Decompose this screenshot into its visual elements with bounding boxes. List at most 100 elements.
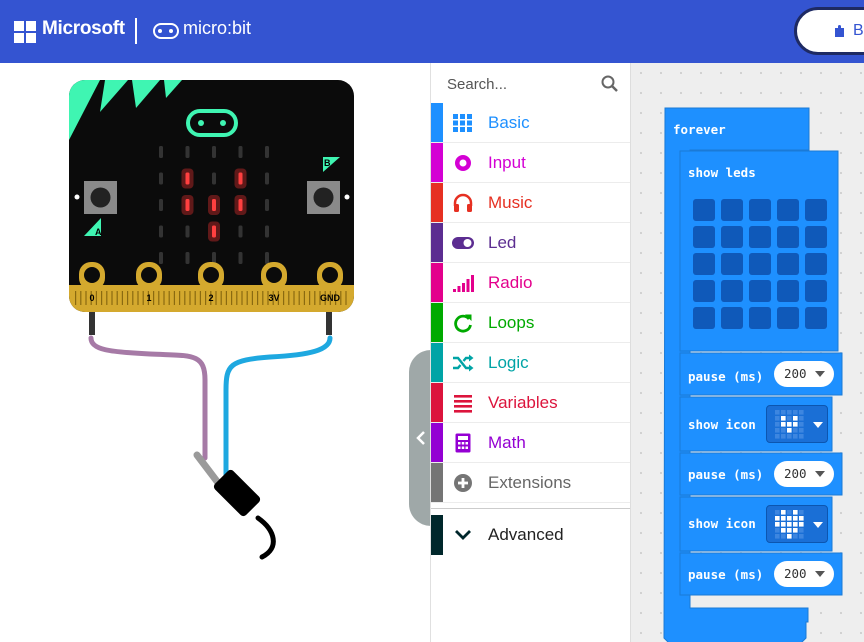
pause-value: 200 xyxy=(784,466,807,481)
led-off xyxy=(159,172,163,185)
button-a-label: A xyxy=(95,227,102,237)
icon-pixel-on xyxy=(799,516,804,521)
icon-pixel-off xyxy=(781,534,786,539)
edge-tooth xyxy=(231,291,233,305)
category-led[interactable]: Led xyxy=(431,223,631,263)
edge-tooth xyxy=(288,291,290,305)
category-radio[interactable]: Radio xyxy=(431,263,631,303)
led-toggle-cell[interactable] xyxy=(805,199,827,221)
category-extensions[interactable]: Extensions xyxy=(431,463,631,503)
category-basic[interactable]: Basic xyxy=(431,103,631,143)
icon-pixel-on xyxy=(775,516,780,521)
icon-pixel-on xyxy=(781,516,786,521)
led-off xyxy=(159,199,163,211)
category-loops[interactable]: Loops xyxy=(431,303,631,343)
edge-tooth xyxy=(283,291,285,305)
icon-picker-2[interactable] xyxy=(766,505,828,543)
edge-tooth xyxy=(257,291,259,305)
led-toggle-cell[interactable] xyxy=(749,307,771,329)
led-toggle-cell[interactable] xyxy=(749,280,771,302)
led-toggle-cell[interactable] xyxy=(805,280,827,302)
edge-tooth xyxy=(236,291,238,305)
toolbox-divider xyxy=(431,508,631,509)
search-icon[interactable] xyxy=(601,75,619,93)
edge-tooth xyxy=(127,291,129,305)
led-off xyxy=(185,252,190,264)
toolbox-panel: Basic Input Music Led Radio xyxy=(430,63,631,642)
led-toggle-cell[interactable] xyxy=(805,307,827,329)
pause-value-dropdown-1[interactable]: 200 xyxy=(774,361,834,387)
edge-tooth xyxy=(340,291,342,305)
icon-picker-1[interactable] xyxy=(766,405,828,443)
led-toggle-cell[interactable] xyxy=(777,307,799,329)
led-toggle-cell[interactable] xyxy=(749,253,771,275)
category-color-bar xyxy=(431,463,443,502)
category-variables[interactable]: Variables xyxy=(431,383,631,423)
led-off xyxy=(212,172,216,185)
dropdown-arrow-icon xyxy=(813,522,823,528)
led-toggle-cell[interactable] xyxy=(805,253,827,275)
category-label: Variables xyxy=(488,393,558,412)
show-leds-grid[interactable] xyxy=(693,199,833,339)
led-toggle-cell[interactable] xyxy=(693,199,715,221)
edge-tooth xyxy=(179,291,181,305)
show-leds-label: show leds xyxy=(688,165,756,180)
led-toggle-cell[interactable] xyxy=(721,280,743,302)
led-toggle-cell[interactable] xyxy=(721,253,743,275)
pin-hole xyxy=(322,267,338,283)
led-toggle-cell[interactable] xyxy=(777,253,799,275)
category-music[interactable]: Music xyxy=(431,183,631,223)
icon-pixel-off xyxy=(775,422,780,427)
led-toggle-cell[interactable] xyxy=(777,280,799,302)
led-toggle-cell[interactable] xyxy=(721,199,743,221)
calculator-icon xyxy=(455,433,471,453)
led-toggle-cell[interactable] xyxy=(721,226,743,248)
button-b-label: B xyxy=(324,158,331,168)
icon-pixel-off xyxy=(787,416,792,421)
category-color-bar xyxy=(431,183,443,222)
edge-tooth xyxy=(153,291,155,305)
led-toggle-cell[interactable] xyxy=(749,226,771,248)
pause-value-dropdown-3[interactable]: 200 xyxy=(774,561,834,587)
icon-pixel-on xyxy=(793,416,798,421)
edge-tooth xyxy=(220,291,222,305)
microbit-simulator[interactable]: A B 0 1 2 3V GND xyxy=(0,63,430,642)
chevron-left-icon xyxy=(416,431,425,445)
puzzle-piece-icon xyxy=(835,25,844,37)
shuffle-icon xyxy=(453,354,474,372)
led-toggle-cell[interactable] xyxy=(693,280,715,302)
led-toggle-cell[interactable] xyxy=(777,226,799,248)
edge-tooth xyxy=(111,291,113,305)
led-toggle-cell[interactable] xyxy=(805,226,827,248)
blocks-workspace[interactable]: forever show leds pause (ms) 200 show ic… xyxy=(630,63,864,642)
category-label: Input xyxy=(488,153,526,172)
led-off xyxy=(159,225,163,238)
dropdown-arrow-icon xyxy=(813,422,823,428)
edge-tooth xyxy=(262,291,264,305)
microbit-logo-icon xyxy=(153,23,179,39)
led-toggle-cell[interactable] xyxy=(749,199,771,221)
category-logic[interactable]: Logic xyxy=(431,343,631,383)
led-toggle-cell[interactable] xyxy=(777,199,799,221)
led-toggle-cell[interactable] xyxy=(693,307,715,329)
category-color-bar xyxy=(431,423,443,462)
led-off xyxy=(185,225,190,238)
category-advanced[interactable]: Advanced xyxy=(431,515,631,555)
led-toggle-cell[interactable] xyxy=(693,226,715,248)
led-off xyxy=(212,146,216,158)
search-input[interactable] xyxy=(447,73,597,95)
led-toggle-cell[interactable] xyxy=(693,253,715,275)
led-off xyxy=(265,199,269,211)
led-off xyxy=(238,225,243,238)
category-math[interactable]: Math xyxy=(431,423,631,463)
edge-tooth xyxy=(101,291,103,305)
category-input[interactable]: Input xyxy=(431,143,631,183)
edge-tooth xyxy=(246,291,248,305)
blocks-editor-toggle[interactable]: B xyxy=(794,7,864,55)
circle-dot-icon xyxy=(455,155,471,171)
pause-value-dropdown-2[interactable]: 200 xyxy=(774,461,834,487)
led-toggle-cell[interactable] xyxy=(721,307,743,329)
icon-pixel-on xyxy=(799,522,804,527)
icon-pixel-off xyxy=(799,434,804,439)
edge-tooth xyxy=(137,291,139,305)
